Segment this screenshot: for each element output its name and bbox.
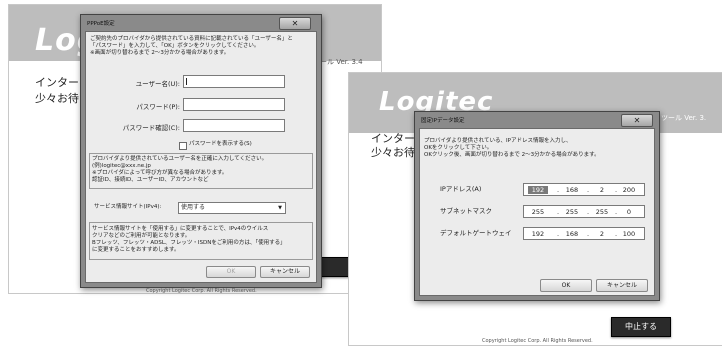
instruction-line: ご契約先のプロバイダから提供されている資料に記載されている「ユーザー名」と bbox=[90, 36, 293, 42]
ip-octet-3[interactable]: 2 bbox=[592, 186, 612, 194]
service-site-value: 使用する bbox=[181, 204, 206, 211]
stop-button[interactable]: 中止する bbox=[611, 317, 671, 337]
subnet-mask-label: サブネットマスク bbox=[440, 207, 492, 215]
close-icon[interactable]: ✕ bbox=[621, 114, 653, 127]
gateway-octet-3[interactable]: 2 bbox=[592, 230, 612, 238]
password-confirm-input[interactable] bbox=[183, 119, 285, 132]
instruction-line: 「パスワード」を入力して、「OK」ボタンをクリックしてください。 bbox=[90, 43, 260, 49]
cancel-button[interactable]: キャンセル bbox=[596, 279, 648, 292]
service-site-label: サービス情報サイト(IPv4): bbox=[94, 204, 162, 210]
username-input[interactable] bbox=[183, 75, 285, 88]
dialog-title: 固定IPデータ設定 bbox=[421, 118, 465, 124]
ip-dot: . bbox=[615, 186, 618, 194]
ip-address-label: IPアドレス(A) bbox=[440, 185, 482, 193]
subnet-octet-4[interactable]: 0 bbox=[619, 208, 639, 216]
cancel-button[interactable]: キャンセル bbox=[260, 266, 310, 278]
dialog-title: PPPoE設定 bbox=[87, 21, 115, 27]
ip-dot: . bbox=[587, 186, 590, 194]
gateway-octet-1[interactable]: 192 bbox=[528, 230, 548, 238]
close-icon[interactable]: ✕ bbox=[279, 17, 311, 30]
instruction-line: プロバイダより提供されている、IPアドレス情報を入力し、 bbox=[424, 138, 572, 144]
ip-octet-2[interactable]: 168 bbox=[562, 186, 582, 194]
username-label: ユーザー名(U): bbox=[135, 80, 180, 88]
show-password-label[interactable]: パスワードを表示する(S) bbox=[189, 141, 252, 148]
username-note-box: プロバイダより提供されているユーザー名を正確に入力してください。 (例)logi… bbox=[89, 153, 313, 189]
ip-dot: . bbox=[557, 208, 560, 216]
subnet-octet-3[interactable]: 255 bbox=[592, 208, 612, 216]
ip-dot: . bbox=[557, 186, 560, 194]
dialog-titlebar: PPPoE設定 ✕ bbox=[81, 15, 321, 30]
ip-dot: . bbox=[587, 230, 590, 238]
ip-octet-4[interactable]: 200 bbox=[619, 186, 639, 194]
ip-dot: . bbox=[587, 208, 590, 216]
dialog-client-area: プロバイダより提供されている、IPアドレス情報を入力し、 OKをクリックして下さ… bbox=[419, 128, 655, 296]
default-gateway-label: デフォルトゲートウェイ bbox=[440, 229, 512, 237]
password-input[interactable] bbox=[183, 98, 285, 111]
ip-octet-1[interactable]: 192 bbox=[528, 186, 548, 194]
service-site-select[interactable]: 使用する ▼ bbox=[178, 202, 286, 214]
ip-dot: . bbox=[615, 230, 618, 238]
subnet-octet-2[interactable]: 255 bbox=[562, 208, 582, 216]
ip-dot: . bbox=[615, 208, 618, 216]
service-note-line: に変更することをおすすめします。 bbox=[92, 247, 180, 253]
gateway-octet-2[interactable]: 168 bbox=[562, 230, 582, 238]
dialog-client-area: ご契約先のプロバイダから提供されている資料に記載されている「ユーザー名」と 「パ… bbox=[85, 31, 317, 283]
service-note-line: クリアなどのご利用が可能となります。 bbox=[92, 233, 191, 239]
pppoe-settings-dialog: PPPoE設定 ✕ ご契約先のプロバイダから提供されている資料に記載されている「… bbox=[80, 14, 322, 288]
gateway-octet-4[interactable]: 100 bbox=[619, 230, 639, 238]
service-note-box: サービス情報サイトを「使用する」に変更することで、IPv4のウイルス クリアなど… bbox=[89, 222, 313, 260]
show-password-checkbox[interactable] bbox=[179, 142, 187, 150]
password-confirm-label: パスワード確認(C): bbox=[122, 124, 180, 132]
ip-address-input[interactable]: 192 . 168 . 2 . 200 bbox=[523, 183, 645, 196]
service-note-line: Bフレッツ、フレッツ・ADSL、フレッツ・ISDNをご利用の方は、「使用する」 bbox=[92, 240, 286, 246]
copyright-text-right: Copyright Logitec Corp. All Rights Reser… bbox=[482, 338, 593, 344]
ok-button[interactable]: OK bbox=[206, 266, 256, 278]
fixed-ip-dialog: 固定IPデータ設定 ✕ プロバイダより提供されている、IPアドレス情報を入力し、… bbox=[414, 111, 660, 301]
app-message-line2: 少々お待 bbox=[371, 146, 415, 159]
ip-dot: . bbox=[557, 230, 560, 238]
note-line: プロバイダより提供されているユーザー名を正確に入力してください。 bbox=[92, 156, 268, 162]
password-label: パスワード(P): bbox=[136, 103, 180, 111]
app-version: ツール Ver. 3. bbox=[661, 114, 707, 122]
instruction-line: OKクリック後、画面が切り替わるまで 2〜3分かかる場合があります。 bbox=[424, 152, 600, 158]
chevron-down-icon[interactable]: ▼ bbox=[278, 203, 282, 213]
subnet-mask-input[interactable]: 255 . 255 . 255 . 0 bbox=[523, 205, 645, 218]
instruction-line: ※画面が切り替わるまで 2〜3分かかる場合があります。 bbox=[90, 50, 230, 56]
service-note-line: サービス情報サイトを「使用する」に変更することで、IPv4のウイルス bbox=[92, 226, 269, 232]
ok-button[interactable]: OK bbox=[540, 279, 592, 292]
note-line: ※プロバイダによって呼び方が異なる場合があります。 bbox=[92, 170, 228, 176]
note-line: 認証ID、接続ID、ユーザーID、アカウントなど bbox=[92, 177, 209, 183]
instruction-line: OKをクリックして下さい。 bbox=[424, 145, 493, 151]
subnet-octet-1[interactable]: 255 bbox=[528, 208, 548, 216]
default-gateway-input[interactable]: 192 . 168 . 2 . 100 bbox=[523, 227, 645, 240]
dialog-titlebar: 固定IPデータ設定 ✕ bbox=[415, 112, 659, 127]
copyright-text-left: Copyright Logitec Corp. All Rights Reser… bbox=[146, 288, 257, 294]
text-cursor bbox=[186, 78, 187, 85]
note-line: (例)logitec@xxx.ne.jp bbox=[92, 163, 151, 169]
